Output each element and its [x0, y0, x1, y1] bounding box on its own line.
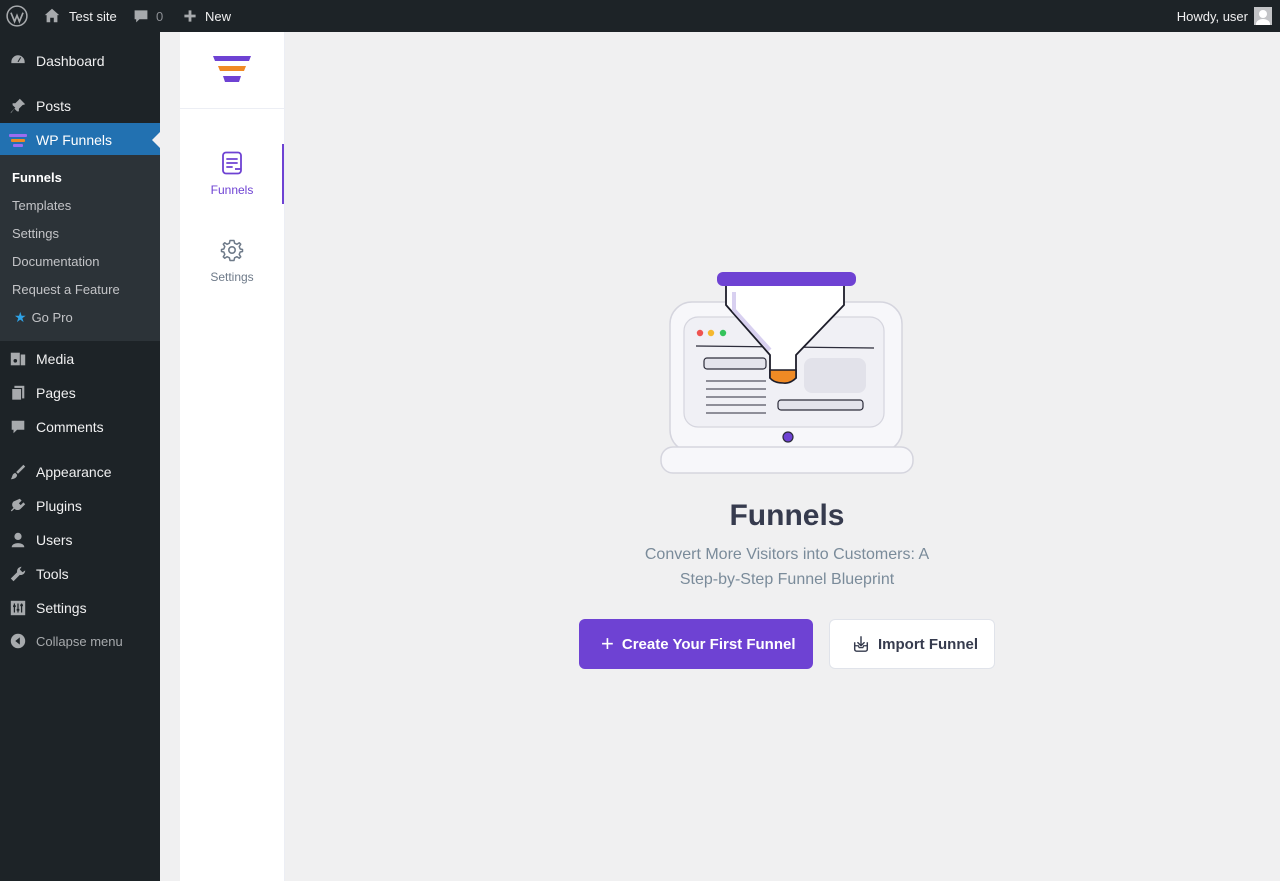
submenu-templates[interactable]: Templates [12, 195, 71, 215]
menu-item-media[interactable]: Media [0, 342, 160, 376]
menu-item-comments[interactable]: Comments [0, 410, 160, 444]
collapse-arrow-icon [0, 632, 36, 650]
menu-item-posts[interactable]: Posts [0, 89, 160, 123]
comment-icon [0, 418, 36, 436]
menu-item-appearance[interactable]: Appearance [0, 455, 160, 489]
menu-label: Posts [36, 98, 72, 114]
new-label: New [205, 8, 232, 24]
comments-link[interactable]: 0 [133, 0, 163, 32]
howdy-text: Howdy, user [1176, 8, 1248, 24]
import-funnel-button[interactable]: Import Funnel [829, 619, 995, 669]
nav-funnels-label: Funnels [210, 183, 254, 197]
submenu-go-pro[interactable]: ★ Go Pro [12, 307, 73, 327]
dashboard-icon [0, 52, 36, 70]
create-funnel-button[interactable]: + Create Your First Funnel [579, 619, 813, 669]
plugin-side-nav: Funnels Settings [180, 32, 285, 881]
nav-funnels[interactable]: Funnels [180, 144, 284, 204]
brush-icon [0, 463, 36, 481]
menu-label: Dashboard [36, 53, 105, 69]
gear-icon [220, 239, 244, 262]
home-icon [44, 8, 60, 23]
menu-item-dashboard[interactable]: Dashboard [0, 44, 160, 78]
page-title: Funnels [729, 499, 845, 532]
admin-bar: Test site 0 New Howdy, user [0, 0, 1280, 32]
main-content: Funnels Convert More Visitors into Custo… [286, 32, 1280, 881]
funnel-illustration [660, 272, 914, 474]
site-name-link[interactable]: Test site [43, 0, 117, 32]
collapse-menu-button[interactable]: Collapse menu [0, 624, 160, 658]
wordpress-logo-button[interactable] [6, 0, 28, 32]
pin-icon [0, 97, 36, 115]
star-icon: ★ [14, 308, 27, 325]
funnel-logo-icon [213, 56, 251, 82]
nav-settings[interactable]: Settings [180, 231, 284, 291]
funnel-logo-icon [0, 133, 36, 147]
submenu-documentation[interactable]: Documentation [12, 251, 99, 271]
menu-item-pages[interactable]: Pages [0, 376, 160, 410]
user-icon [0, 531, 36, 549]
menu-label: Comments [36, 419, 104, 435]
site-name: Test site [69, 8, 117, 24]
admin-menu: Dashboard Posts WP Funnels Funnels Templ… [0, 32, 160, 881]
menu-label: Media [36, 351, 75, 367]
menu-label: Users [36, 532, 73, 548]
submenu-settings[interactable]: Settings [12, 223, 59, 243]
wrench-icon [0, 565, 36, 583]
plus-icon [184, 10, 196, 22]
menu-item-settings[interactable]: Settings [0, 591, 160, 625]
import-icon [853, 636, 869, 652]
submenu-funnels[interactable]: Funnels [12, 167, 62, 187]
go-pro-label: Go Pro [31, 309, 73, 325]
comment-icon [134, 10, 148, 23]
plugin-icon [0, 497, 36, 515]
submenu-request-feature[interactable]: Request a Feature [12, 279, 120, 299]
menu-item-tools[interactable]: Tools [0, 557, 160, 591]
page-subtitle: Convert More Visitors into Customers: A … [644, 546, 930, 588]
menu-label: Pages [36, 385, 76, 401]
wordpress-icon [6, 5, 28, 27]
menu-label: Plugins [36, 498, 82, 514]
menu-item-users[interactable]: Users [0, 523, 160, 557]
new-content-button[interactable]: New [183, 0, 231, 32]
menu-item-wp-funnels[interactable]: WP Funnels [0, 123, 160, 157]
menu-label: Tools [36, 566, 69, 582]
settings-sliders-icon [0, 599, 36, 617]
wp-funnels-submenu: Funnels Templates Settings Documentation… [0, 155, 160, 341]
comments-count: 0 [156, 8, 164, 24]
menu-label: WP Funnels [36, 132, 112, 148]
menu-item-plugins[interactable]: Plugins [0, 489, 160, 523]
import-funnel-label: Import Funnel [878, 635, 978, 653]
nav-settings-label: Settings [210, 270, 254, 284]
avatar [1254, 7, 1272, 25]
wp-funnels-logo [180, 32, 284, 109]
user-account-menu[interactable]: Howdy, user [1177, 0, 1272, 32]
plus-icon: + [601, 631, 614, 656]
pages-icon [0, 384, 36, 402]
menu-label: Settings [36, 600, 87, 616]
document-icon [222, 151, 242, 175]
media-icon [0, 350, 36, 368]
collapse-label: Collapse menu [36, 633, 123, 649]
create-funnel-label: Create Your First Funnel [621, 635, 796, 653]
menu-label: Appearance [36, 464, 112, 480]
